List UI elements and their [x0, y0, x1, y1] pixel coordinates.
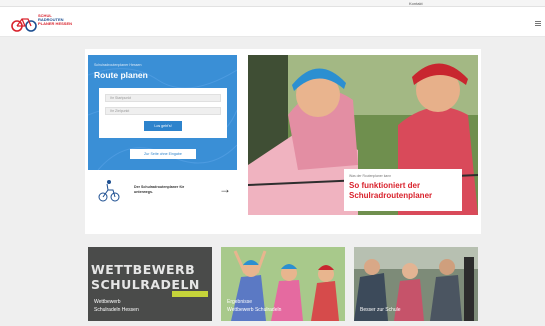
tile-label-2: Schulradeln Hessen: [94, 307, 139, 313]
start-input[interactable]: Ihr Startpunkt: [105, 94, 221, 102]
route-planner-card: Schulradroutenplaner Hessen Route planen…: [88, 55, 237, 170]
tile-ergebnisse[interactable]: Ergebnisse Wettbewerb Schulradeln: [221, 247, 345, 321]
site-logo[interactable]: SCHUL RADROUTEN PLANER HESSEN: [11, 13, 73, 34]
logo-text: SCHUL RADROUTEN PLANER HESSEN: [38, 13, 73, 27]
bicycle-logo-icon: [11, 18, 37, 32]
tile-big-text-line1: WETTBEWERB: [91, 262, 196, 277]
tile-label: Wettbewerb: [94, 299, 121, 305]
route-title: Route planen: [94, 70, 148, 80]
hamburger-menu-icon[interactable]: [535, 21, 541, 26]
hero-headline: So funktioniert der Schulradroutenplaner: [349, 181, 433, 200]
submit-route-button[interactable]: Los geht's!: [144, 121, 182, 131]
tile-wettbewerb[interactable]: WETTBEWERB SCHULRADELN Wettbewerb Schulr…: [88, 247, 212, 321]
mobile-promo[interactable]: Der Schulradroutenplaner für unterwegs. …: [92, 177, 240, 209]
tile-label-2: Wettbewerb Schulradeln: [227, 307, 282, 313]
route-overline: Schulradroutenplaner Hessen: [94, 63, 142, 67]
hero-caption-box[interactable]: Was der Routenplaner kann So funktionier…: [344, 169, 462, 211]
skip-input-button[interactable]: Zur Seite ohne Eingabe: [130, 149, 196, 159]
yellow-banner-decoration: [172, 291, 208, 297]
top-utility-bar: Kontakt: [0, 0, 545, 7]
contact-link[interactable]: Kontakt: [409, 0, 423, 7]
tile-besser-zur-schule[interactable]: Besser zur Schule: [354, 247, 478, 321]
site-header: SCHUL RADROUTEN PLANER HESSEN: [0, 7, 545, 37]
arrow-right-icon[interactable]: →: [219, 182, 231, 196]
destination-input[interactable]: Ihr Zielpunkt: [105, 107, 221, 115]
main-content: Schulradroutenplaner Hessen Route planen…: [0, 37, 545, 326]
tile-label: Besser zur Schule: [360, 307, 401, 313]
hero-overline: Was der Routenplaner kann: [349, 174, 392, 178]
route-form: Ihr Startpunkt Ihr Zielpunkt Los geht's!: [99, 88, 227, 138]
promo-text: Der Schulradroutenplaner für unterwegs.: [134, 185, 185, 194]
cyclist-illustration-icon: [98, 180, 120, 202]
tile-big-text-line2: SCHULRADELN: [91, 277, 200, 292]
tile-label: Ergebnisse: [227, 299, 253, 305]
hero-image: Was der Routenplaner kann So funktionier…: [248, 55, 478, 215]
